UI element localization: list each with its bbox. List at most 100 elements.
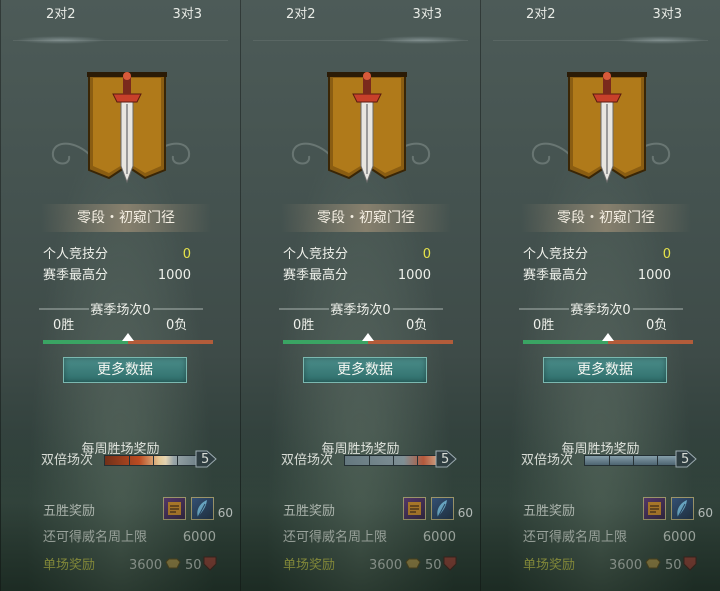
rank-name: 零段・初窥门径 [521,204,691,232]
single-reward-renown: 50 [425,558,442,573]
more-data-button[interactable]: 更多数据 [543,357,667,383]
screen: 2对2 3对3 零段・初窥门径 个人竞技分 0 赛季最高分 1000 赛季场次0… [0,0,720,591]
double-matches-label: 双倍场次 [521,453,574,468]
double-matches-bar [104,455,204,466]
arena-panel-2: 2对2 3对3 零段・初窥门径 个人竞技分 0 赛季最高分 1000 赛季场次0… [240,0,480,591]
divider-ornament-icon [153,308,203,310]
personal-score-label: 个人竞技分 [43,247,109,262]
loss-portion [128,340,213,344]
single-reward-renown: 50 [665,558,682,573]
bar-segment [417,456,418,465]
rank-name: 零段・初窥门径 [281,204,451,232]
scroll-item-art [648,502,661,515]
season-matches: 赛季场次0 [570,303,631,318]
wins-count: 0胜 [53,318,75,333]
feather-item-icon[interactable]: 60 [431,497,473,520]
gold-ingot-icon [645,558,661,569]
bar-segment [393,456,394,465]
season-high-value: 1000 [397,268,431,283]
single-reward-gold: 3600 [609,558,643,573]
bar-segment [609,456,610,465]
cloud-ornament-icon [531,142,570,165]
bar-segment [633,456,634,465]
ratio-marker-icon [362,333,374,341]
losses-count: 0负 [646,318,668,333]
season-high-label: 赛季最高分 [43,268,109,283]
loss-portion [368,340,453,344]
season-high-label: 赛季最高分 [523,268,589,283]
cloud-ornament-icon [291,142,330,165]
win-portion [283,340,368,344]
item-count: 60 [217,506,233,520]
more-data-button[interactable]: 更多数据 [63,357,187,383]
feather-item-icon[interactable]: 60 [671,497,713,520]
win-loss-bar [283,333,453,344]
five-win-label: 五胜奖励 [283,504,336,519]
single-reward-gold: 3600 [369,558,403,573]
renown-cap-label: 还可得威名周上限 [43,530,148,545]
personal-score-label: 个人竞技分 [523,247,589,262]
season-matches: 赛季场次0 [330,303,391,318]
single-reward-label: 单场奖励 [523,558,576,573]
arena-panel-3: 2对2 3对3 零段・初窥门径 个人竞技分 0 赛季最高分 1000 赛季场次0… [480,0,720,591]
renown-cap-value: 6000 [422,530,456,545]
double-matches-bar [584,455,684,466]
win-loss-bar [523,333,693,344]
feather-item-art [437,500,447,518]
bar-segment [153,456,154,465]
single-reward-label: 单场奖励 [43,558,96,573]
wins-count: 0胜 [293,318,315,333]
bar-segment [657,456,658,465]
rank-sword-banner-icon [327,72,407,184]
scroll-item-art [168,502,181,515]
double-matches-count: 5 [441,452,450,467]
ratio-marker-icon [602,333,614,341]
tab-divider [13,40,228,41]
rank-sword-banner-icon [87,72,167,184]
bar-segment [129,456,130,465]
loss-portion [608,340,693,344]
scroll-item-icon[interactable]: 5 [643,497,679,520]
single-reward-renown: 50 [185,558,202,573]
season-high-value: 1000 [637,268,671,283]
tab-divider [253,40,468,41]
ratio-marker-icon [122,333,134,341]
double-matches-count: 5 [201,452,210,467]
gold-ingot-icon [405,558,421,569]
win-portion [523,340,608,344]
divider-ornament-icon [633,308,683,310]
losses-count: 0负 [406,318,428,333]
renown-cap-label: 还可得威名周上限 [283,530,388,545]
tab-divider [493,40,708,41]
arena-panel-1: 2对2 3对3 零段・初窥门径 个人竞技分 0 赛季最高分 1000 赛季场次0… [0,0,240,591]
cloud-ornament-icon [51,142,90,165]
double-matches-label: 双倍场次 [281,453,334,468]
more-data-button[interactable]: 更多数据 [303,357,427,383]
bar-segment [177,456,178,465]
single-reward-label: 单场奖励 [283,558,336,573]
item-count: 60 [697,506,713,520]
personal-score-value: 0 [662,247,671,262]
win-portion [43,340,128,344]
divider-ornament-icon [393,308,443,310]
double-matches-label: 双倍场次 [41,453,94,468]
renown-shield-icon [203,556,217,571]
scroll-item-art [408,502,421,515]
season-matches: 赛季场次0 [90,303,151,318]
item-count: 60 [457,506,473,520]
double-matches-count: 5 [681,452,690,467]
renown-cap-value: 6000 [182,530,216,545]
personal-score-label: 个人竞技分 [283,247,349,262]
season-high-label: 赛季最高分 [283,268,349,283]
renown-cap-value: 6000 [662,530,696,545]
feather-item-art [677,500,687,518]
feather-item-icon[interactable]: 60 [191,497,233,520]
scroll-item-icon[interactable]: 5 [163,497,199,520]
personal-score-value: 0 [182,247,191,262]
renown-cap-label: 还可得威名周上限 [523,530,628,545]
wins-count: 0胜 [533,318,555,333]
scroll-item-icon[interactable]: 5 [403,497,439,520]
single-reward-gold: 3600 [129,558,163,573]
feather-item-art [197,500,207,518]
double-matches-bar [344,455,444,466]
